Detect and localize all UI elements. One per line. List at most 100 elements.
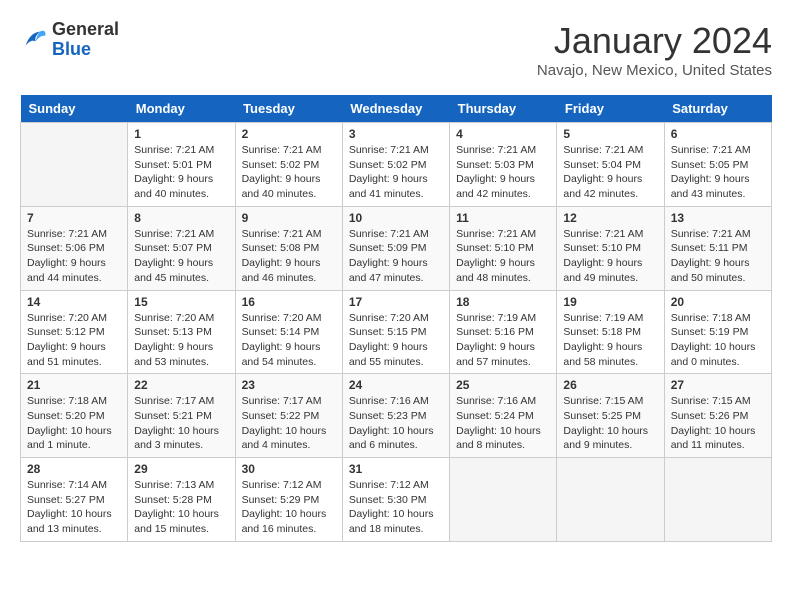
day-info: Sunrise: 7:18 AMSunset: 5:20 PMDaylight:… bbox=[27, 394, 121, 453]
calendar-cell bbox=[664, 458, 771, 542]
calendar-cell: 17 Sunrise: 7:20 AMSunset: 5:15 PMDayligh… bbox=[342, 290, 449, 374]
day-number: 23 bbox=[242, 378, 336, 392]
calendar-week-4: 21 Sunrise: 7:18 AMSunset: 5:20 PMDayligh… bbox=[21, 374, 772, 458]
day-number: 18 bbox=[456, 295, 550, 309]
calendar-cell: 3 Sunrise: 7:21 AMSunset: 5:02 PMDaylight… bbox=[342, 123, 449, 207]
day-info: Sunrise: 7:13 AMSunset: 5:28 PMDaylight:… bbox=[134, 478, 228, 537]
calendar-cell: 24Sunrise: 7:16 AMSunset: 5:23 PMDayligh… bbox=[342, 374, 449, 458]
calendar-cell: 7 Sunrise: 7:21 AMSunset: 5:06 PMDaylight… bbox=[21, 206, 128, 290]
calendar-cell: 4 Sunrise: 7:21 AMSunset: 5:03 PMDaylight… bbox=[450, 123, 557, 207]
day-info: Sunrise: 7:20 AMSunset: 5:13 PMDaylight:… bbox=[134, 311, 228, 370]
calendar-header-saturday: Saturday bbox=[664, 95, 771, 123]
day-info: Sunrise: 7:15 AMSunset: 5:25 PMDaylight:… bbox=[563, 394, 657, 453]
calendar-week-2: 7 Sunrise: 7:21 AMSunset: 5:06 PMDaylight… bbox=[21, 206, 772, 290]
day-number: 16 bbox=[242, 295, 336, 309]
day-info: Sunrise: 7:17 AMSunset: 5:21 PMDaylight:… bbox=[134, 394, 228, 453]
day-number: 13 bbox=[671, 211, 765, 225]
day-info: Sunrise: 7:21 AMSunset: 5:04 PMDaylight:… bbox=[563, 143, 657, 202]
logo-general-text: General bbox=[52, 19, 119, 39]
calendar-cell: 27 Sunrise: 7:15 AMSunset: 5:26 PMDayligh… bbox=[664, 374, 771, 458]
title-block: January 2024 Navajo, New Mexico, United … bbox=[537, 20, 772, 79]
day-info: Sunrise: 7:15 AMSunset: 5:26 PMDaylight:… bbox=[671, 394, 765, 453]
calendar-cell: 21 Sunrise: 7:18 AMSunset: 5:20 PMDayligh… bbox=[21, 374, 128, 458]
calendar-header-friday: Friday bbox=[557, 95, 664, 123]
day-number: 29 bbox=[134, 462, 228, 476]
day-number: 8 bbox=[134, 211, 228, 225]
day-number: 5 bbox=[563, 127, 657, 141]
day-info: Sunrise: 7:21 AMSunset: 5:07 PMDaylight:… bbox=[134, 227, 228, 286]
calendar-header: SundayMondayTuesdayWednesdayThursdayFrid… bbox=[21, 95, 772, 123]
day-info: Sunrise: 7:19 AMSunset: 5:16 PMDaylight:… bbox=[456, 311, 550, 370]
calendar-cell: 5 Sunrise: 7:21 AMSunset: 5:04 PMDaylight… bbox=[557, 123, 664, 207]
day-number: 31 bbox=[349, 462, 443, 476]
day-number: 26 bbox=[563, 378, 657, 392]
day-number: 21 bbox=[27, 378, 121, 392]
day-info: Sunrise: 7:19 AMSunset: 5:18 PMDaylight:… bbox=[563, 311, 657, 370]
calendar-header-monday: Monday bbox=[128, 95, 235, 123]
day-number: 15 bbox=[134, 295, 228, 309]
calendar-cell: 28 Sunrise: 7:14 AMSunset: 5:27 PMDayligh… bbox=[21, 458, 128, 542]
day-info: Sunrise: 7:21 AMSunset: 5:06 PMDaylight:… bbox=[27, 227, 121, 286]
day-number: 17 bbox=[349, 295, 443, 309]
calendar-cell: 15 Sunrise: 7:20 AMSunset: 5:13 PMDayligh… bbox=[128, 290, 235, 374]
calendar-week-5: 28 Sunrise: 7:14 AMSunset: 5:27 PMDayligh… bbox=[21, 458, 772, 542]
day-info: Sunrise: 7:21 AMSunset: 5:11 PMDaylight:… bbox=[671, 227, 765, 286]
day-info: Sunrise: 7:21 AMSunset: 5:02 PMDaylight:… bbox=[242, 143, 336, 202]
day-number: 2 bbox=[242, 127, 336, 141]
day-number: 22 bbox=[134, 378, 228, 392]
calendar-header-thursday: Thursday bbox=[450, 95, 557, 123]
calendar-cell: 8 Sunrise: 7:21 AMSunset: 5:07 PMDaylight… bbox=[128, 206, 235, 290]
day-number: 9 bbox=[242, 211, 336, 225]
day-number: 11 bbox=[456, 211, 550, 225]
day-info: Sunrise: 7:16 AMSunset: 5:24 PMDaylight:… bbox=[456, 394, 550, 453]
day-number: 12 bbox=[563, 211, 657, 225]
day-number: 7 bbox=[27, 211, 121, 225]
day-number: 20 bbox=[671, 295, 765, 309]
day-info: Sunrise: 7:16 AMSunset: 5:23 PMDaylight:… bbox=[349, 394, 443, 453]
day-info: Sunrise: 7:12 AMSunset: 5:30 PMDaylight:… bbox=[349, 478, 443, 537]
day-info: Sunrise: 7:21 AMSunset: 5:05 PMDaylight:… bbox=[671, 143, 765, 202]
calendar-header-wednesday: Wednesday bbox=[342, 95, 449, 123]
calendar-cell: 23Sunrise: 7:17 AMSunset: 5:22 PMDayligh… bbox=[235, 374, 342, 458]
calendar-table: SundayMondayTuesdayWednesdayThursdayFrid… bbox=[20, 95, 772, 542]
day-number: 27 bbox=[671, 378, 765, 392]
day-number: 25 bbox=[456, 378, 550, 392]
day-number: 28 bbox=[27, 462, 121, 476]
logo-blue-text: Blue bbox=[52, 39, 91, 59]
day-number: 6 bbox=[671, 127, 765, 141]
day-info: Sunrise: 7:12 AMSunset: 5:29 PMDaylight:… bbox=[242, 478, 336, 537]
calendar-cell: 30Sunrise: 7:12 AMSunset: 5:29 PMDayligh… bbox=[235, 458, 342, 542]
calendar-cell: 26 Sunrise: 7:15 AMSunset: 5:25 PMDayligh… bbox=[557, 374, 664, 458]
day-number: 19 bbox=[563, 295, 657, 309]
day-info: Sunrise: 7:21 AMSunset: 5:03 PMDaylight:… bbox=[456, 143, 550, 202]
calendar-cell: 20 Sunrise: 7:18 AMSunset: 5:19 PMDayligh… bbox=[664, 290, 771, 374]
calendar-cell: 16Sunrise: 7:20 AMSunset: 5:14 PMDayligh… bbox=[235, 290, 342, 374]
day-info: Sunrise: 7:21 AMSunset: 5:09 PMDaylight:… bbox=[349, 227, 443, 286]
calendar-cell: 9 Sunrise: 7:21 AMSunset: 5:08 PMDaylight… bbox=[235, 206, 342, 290]
calendar-cell: 18 Sunrise: 7:19 AMSunset: 5:16 PMDayligh… bbox=[450, 290, 557, 374]
calendar-cell: 6 Sunrise: 7:21 AMSunset: 5:05 PMDaylight… bbox=[664, 123, 771, 207]
day-info: Sunrise: 7:21 AMSunset: 5:08 PMDaylight:… bbox=[242, 227, 336, 286]
calendar-cell bbox=[450, 458, 557, 542]
month-title: January 2024 bbox=[537, 20, 772, 62]
day-info: Sunrise: 7:21 AMSunset: 5:02 PMDaylight:… bbox=[349, 143, 443, 202]
day-info: Sunrise: 7:14 AMSunset: 5:27 PMDaylight:… bbox=[27, 478, 121, 537]
calendar-header-sunday: Sunday bbox=[21, 95, 128, 123]
calendar-cell: 2 Sunrise: 7:21 AMSunset: 5:02 PMDaylight… bbox=[235, 123, 342, 207]
day-info: Sunrise: 7:21 AMSunset: 5:01 PMDaylight:… bbox=[134, 143, 228, 202]
day-info: Sunrise: 7:18 AMSunset: 5:19 PMDaylight:… bbox=[671, 311, 765, 370]
calendar-cell bbox=[21, 123, 128, 207]
calendar-week-1: 1 Sunrise: 7:21 AMSunset: 5:01 PMDaylight… bbox=[21, 123, 772, 207]
calendar-week-3: 14Sunrise: 7:20 AMSunset: 5:12 PMDayligh… bbox=[21, 290, 772, 374]
day-number: 4 bbox=[456, 127, 550, 141]
calendar-cell: 19 Sunrise: 7:19 AMSunset: 5:18 PMDayligh… bbox=[557, 290, 664, 374]
logo-bird-icon bbox=[20, 26, 48, 54]
day-info: Sunrise: 7:20 AMSunset: 5:15 PMDaylight:… bbox=[349, 311, 443, 370]
calendar-cell: 1 Sunrise: 7:21 AMSunset: 5:01 PMDaylight… bbox=[128, 123, 235, 207]
day-number: 1 bbox=[134, 127, 228, 141]
calendar-cell: 10Sunrise: 7:21 AMSunset: 5:09 PMDayligh… bbox=[342, 206, 449, 290]
day-number: 3 bbox=[349, 127, 443, 141]
calendar-cell: 31 Sunrise: 7:12 AMSunset: 5:30 PMDayligh… bbox=[342, 458, 449, 542]
calendar-header-tuesday: Tuesday bbox=[235, 95, 342, 123]
logo: General Blue bbox=[20, 20, 119, 60]
